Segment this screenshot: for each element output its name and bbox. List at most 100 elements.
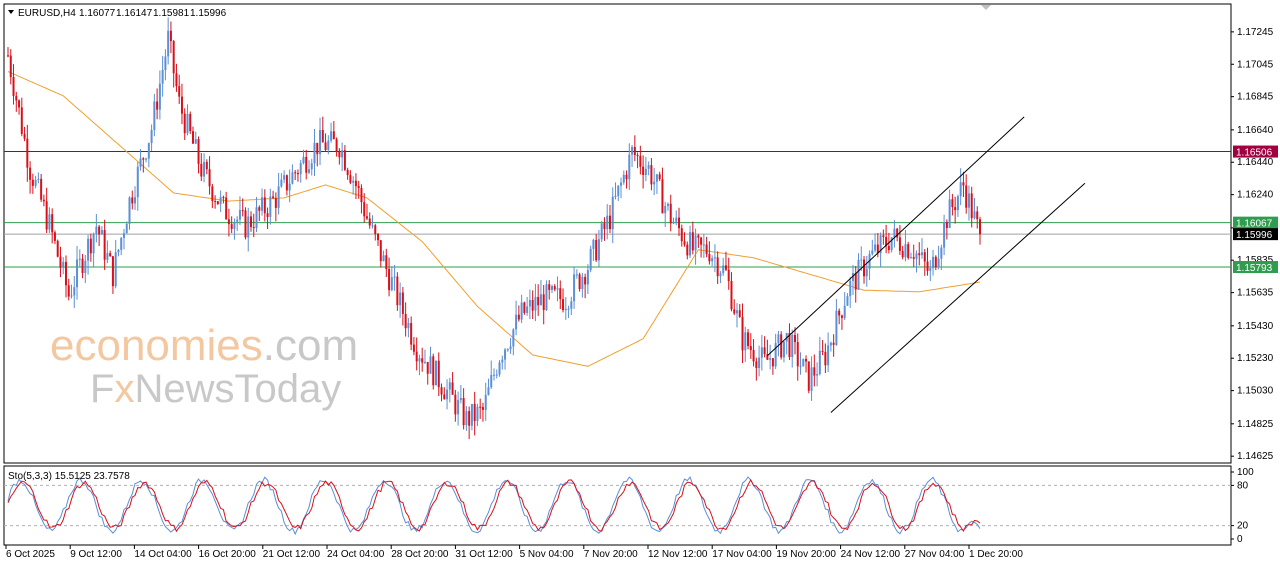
candle-body (705, 244, 708, 255)
candle-body (644, 168, 647, 176)
candle-body (592, 239, 595, 249)
candle-body (517, 314, 520, 320)
candle-body (849, 280, 852, 297)
candle-body (255, 207, 258, 229)
price-tick-label: 1.17245 (1237, 27, 1274, 38)
candle-body (9, 55, 12, 77)
candle-body (272, 196, 275, 198)
candle-body (956, 196, 959, 211)
watermark-newstoday: NewsToday (134, 367, 341, 411)
candle-body (87, 238, 90, 261)
candle-body (454, 394, 457, 415)
candle-body (691, 232, 694, 251)
candle-body (603, 223, 606, 230)
candle-body (349, 175, 352, 183)
time-tick-label: 16 Oct 20:00 (199, 549, 257, 560)
candle-body (319, 129, 322, 155)
candle-body (918, 253, 921, 256)
candle-body (283, 175, 286, 180)
candle-body (45, 201, 48, 230)
candle-body (832, 342, 835, 345)
time-tick-label: 12 Nov 12:00 (648, 549, 708, 560)
candle-body (782, 341, 785, 358)
header-high: 1.16147 (116, 8, 153, 19)
candle-body (708, 254, 711, 262)
candle-body (186, 113, 189, 134)
candle-body (639, 155, 642, 167)
candle-body (501, 359, 504, 363)
candle-body (744, 332, 747, 351)
chart-window[interactable]: economies.com FxNewsToday 1.17245 1.17045… (0, 0, 1280, 567)
candle-body (498, 362, 501, 375)
candle-body (650, 165, 653, 185)
candle-body (976, 211, 979, 220)
candle-body (730, 281, 733, 310)
candle-body (567, 308, 570, 310)
stoch-tick-label: 80 (1237, 480, 1249, 491)
candle-body (343, 150, 346, 170)
candle-body (459, 398, 462, 401)
candle-body (865, 268, 868, 277)
price-tick-label: 1.15030 (1237, 386, 1274, 397)
candle-body (694, 235, 697, 251)
candle-body (631, 146, 634, 155)
candle-body (12, 76, 15, 96)
candle-body (225, 197, 228, 220)
candle-body (98, 226, 101, 235)
candle-body (247, 216, 250, 238)
candle-body (365, 216, 368, 219)
candle-body (741, 316, 744, 351)
candle-body (622, 174, 625, 183)
candle-body (909, 257, 912, 259)
candle-body (951, 199, 954, 208)
candle-body (678, 217, 681, 229)
candle-body (600, 223, 603, 240)
candle-body (534, 297, 537, 311)
header-open: 1.16077 (79, 8, 116, 19)
candle-body (335, 139, 338, 152)
candle-body (932, 256, 935, 269)
candle-body (481, 407, 484, 410)
candle-body (122, 233, 125, 238)
candle-body (700, 237, 703, 245)
candle-body (192, 131, 195, 144)
candle-body (509, 346, 512, 350)
candle-body (197, 139, 200, 164)
price-chart[interactable]: economies.com FxNewsToday 1.17245 1.17045… (0, 0, 1280, 567)
candle-body (570, 301, 573, 309)
candle-body (526, 306, 529, 313)
candle-body (29, 167, 32, 180)
candle-body (216, 201, 219, 205)
candle-body (227, 219, 230, 225)
stoch-tick-label: 20 (1237, 521, 1249, 532)
candle-body (979, 219, 981, 235)
candle-body (134, 197, 137, 204)
watermark-x: x (114, 367, 134, 411)
candle-body (296, 173, 299, 175)
candle-body (354, 180, 357, 187)
candle-body (285, 175, 288, 191)
candle-body (755, 361, 758, 368)
candle-body (238, 210, 241, 220)
candle-body (423, 362, 426, 364)
candle-body (611, 196, 614, 230)
candle-body (385, 255, 388, 270)
candle-body (796, 342, 799, 367)
candle-body (321, 129, 324, 143)
candle-body (581, 276, 584, 290)
candle-body (396, 276, 399, 306)
candle-body (26, 138, 29, 168)
candle-body (642, 166, 645, 176)
candle-body (404, 313, 407, 329)
candle-body (167, 30, 170, 57)
candle-body (606, 215, 609, 230)
level-tag-label: 1.15793 (1236, 263, 1273, 274)
candle-body (774, 343, 777, 367)
candle-body (805, 358, 808, 362)
candle-body (131, 197, 134, 204)
candle-body (545, 284, 548, 311)
candle-body (183, 113, 186, 134)
candle-body (608, 215, 611, 230)
chart-header: EURUSD,H4 1.16077 1.16147 1.15981 1.1599… (8, 8, 227, 19)
candle-body (711, 258, 714, 262)
